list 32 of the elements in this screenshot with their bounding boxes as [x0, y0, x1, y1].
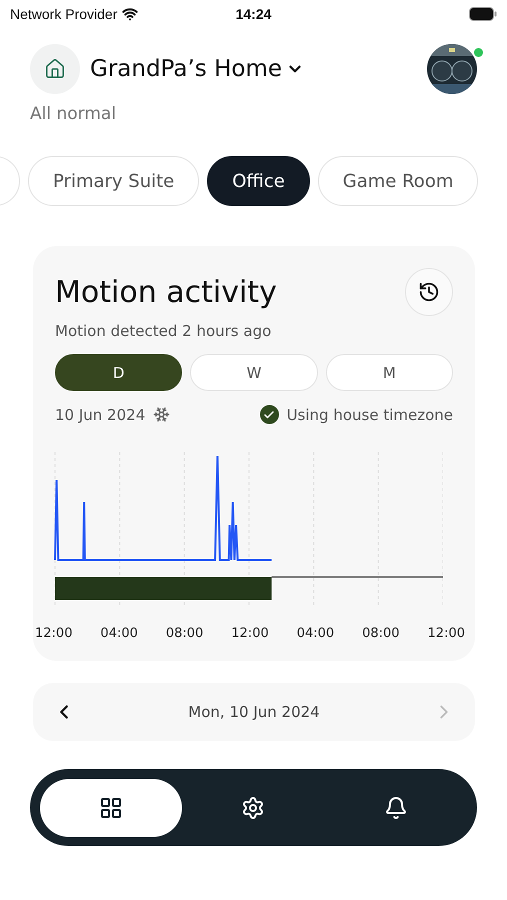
- card-subtitle: Motion detected 2 hours ago: [55, 322, 272, 340]
- room-chip[interactable]: Game Room: [318, 156, 478, 206]
- room-chip[interactable]: Primary Suite: [28, 156, 200, 206]
- room-chip[interactable]: Office: [207, 156, 310, 206]
- date-label: Mon, 10 Jun 2024: [187, 703, 321, 721]
- axis-label: 08:00: [362, 626, 400, 641]
- home-status: All normal: [29, 103, 118, 124]
- bell-icon: [384, 796, 408, 820]
- wifi-icon: [122, 6, 138, 22]
- grid-tab[interactable]: [40, 778, 182, 836]
- timezone-label: Using house timezone: [286, 406, 453, 424]
- home-icon[interactable]: [30, 44, 80, 94]
- axis-label: 08:00: [166, 626, 204, 641]
- history-button[interactable]: [405, 268, 453, 316]
- grid-icon: [99, 796, 124, 820]
- history-icon: [418, 281, 440, 303]
- period-tab[interactable]: D: [55, 354, 182, 391]
- home-selector[interactable]: GrandPa’s Home: [90, 56, 417, 82]
- axis-label: 12:00: [231, 626, 269, 641]
- battery-icon: [468, 7, 497, 21]
- axis-label: 04:00: [296, 626, 334, 641]
- status-time: 14:24: [236, 6, 272, 22]
- period-tab[interactable]: M: [326, 354, 453, 391]
- settings-icon: [241, 796, 266, 820]
- card-title: Motion activity: [55, 274, 277, 310]
- axis-label: 12:00: [35, 626, 72, 641]
- snowflake-icon: [153, 406, 170, 423]
- axis-label: 04:00: [100, 626, 138, 641]
- chart-date: 10 Jun 2024: [55, 406, 146, 424]
- period-tab[interactable]: W: [190, 354, 318, 391]
- carrier-label: Network Provider: [10, 6, 118, 22]
- axis-label: 12:00: [428, 626, 465, 641]
